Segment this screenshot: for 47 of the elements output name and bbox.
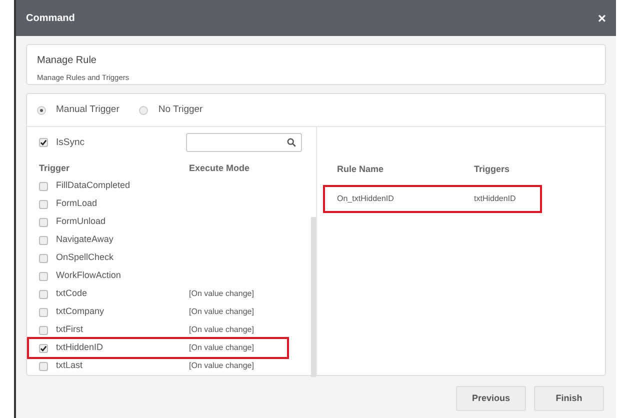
checkbox[interactable]	[39, 326, 48, 334]
checkbox[interactable]	[39, 308, 48, 316]
trigger-name: txtLast	[56, 359, 83, 372]
rule-name: On_txtHiddenID	[337, 192, 395, 204]
checkbox[interactable]	[39, 254, 48, 262]
search-icon	[287, 138, 296, 148]
trigger-name: FormUnload	[56, 215, 106, 228]
execute-mode: [On value change]	[189, 306, 254, 318]
radio-label: Manual Trigger	[56, 102, 120, 117]
trigger-name: NavigateAway	[56, 233, 114, 246]
checkbox[interactable]	[39, 362, 48, 370]
column-header: Triggers	[474, 163, 510, 176]
dialog-title: Command	[26, 12, 75, 26]
trigger-name: FillDataCompleted	[56, 179, 130, 192]
checkbox[interactable]	[39, 290, 48, 298]
radio-button[interactable]	[37, 106, 46, 114]
radio-label: No Trigger	[158, 102, 203, 117]
checkbox-label: IsSync	[56, 136, 85, 150]
column-header: Rule Name	[337, 163, 385, 176]
checkbox[interactable]	[39, 344, 48, 352]
footer-button[interactable]: Finish	[534, 386, 604, 411]
checkbox[interactable]	[39, 218, 48, 226]
panel-title: Manage Rule	[37, 54, 98, 68]
trigger-name: txtHiddenID	[56, 341, 104, 354]
rule-triggers: txtHiddenID	[474, 192, 516, 204]
execute-mode: [On value change]	[189, 342, 254, 354]
trigger-name: txtFirst	[56, 323, 83, 336]
close-button[interactable]: ×	[598, 11, 606, 25]
trigger-name: WorkFlowAction	[56, 269, 121, 282]
search-field[interactable]	[186, 133, 302, 152]
trigger-name: txtCompany	[56, 305, 104, 318]
column-header: Execute Mode	[189, 162, 250, 176]
radio-button[interactable]	[139, 106, 148, 114]
scrollbar[interactable]	[311, 217, 316, 377]
checkbox[interactable]	[39, 272, 48, 280]
checkbox[interactable]	[39, 236, 48, 244]
checkbox[interactable]	[39, 138, 48, 148]
trigger-name: OnSpellCheck	[56, 251, 114, 264]
execute-mode: [On value change]	[189, 360, 254, 372]
checkbox[interactable]	[39, 200, 48, 208]
checkbox[interactable]	[39, 182, 48, 190]
column-header: Trigger	[39, 162, 71, 176]
execute-mode: [On value change]	[189, 324, 254, 336]
execute-mode: [On value change]	[189, 288, 254, 300]
trigger-name: FormLoad	[56, 197, 98, 210]
footer-button[interactable]: Previous	[456, 386, 526, 411]
trigger-name: txtCode	[56, 287, 88, 300]
